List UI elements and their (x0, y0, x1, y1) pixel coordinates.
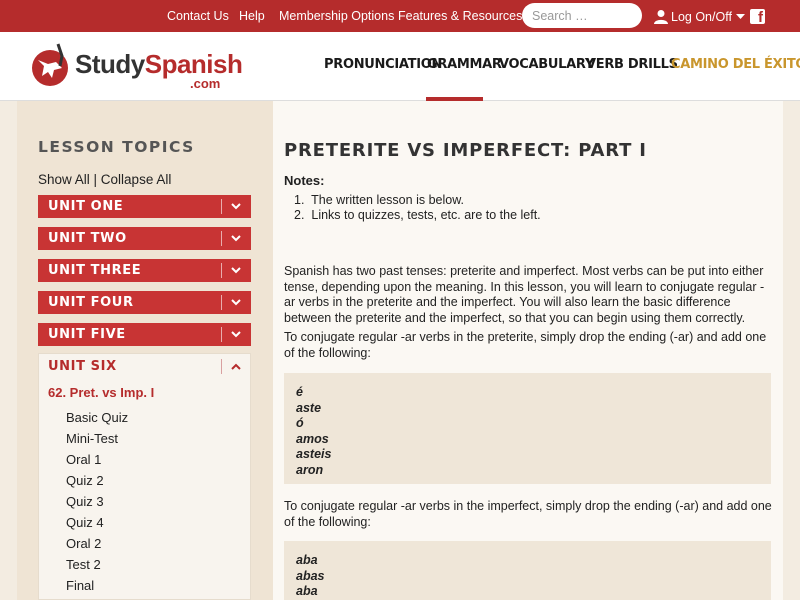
help-link[interactable]: Help (239, 9, 265, 23)
mini-test-link[interactable]: Mini-Test (66, 431, 118, 446)
ending: é (296, 385, 303, 399)
ending: amos (296, 432, 329, 446)
imperfect-endings-box (284, 541, 771, 600)
imperfect-instruction: To conjugate regular -ar verbs in the im… (284, 499, 772, 529)
nav-verb-drills[interactable]: VERB DRILLS (586, 57, 678, 72)
lesson-62-link[interactable]: 62. Pret. vs Imp. I (48, 385, 154, 400)
contact-us-link[interactable]: Contact Us (167, 9, 229, 23)
note-item: 2. Links to quizzes, tests, etc. are to … (294, 208, 541, 222)
membership-options-link[interactable]: Membership Options (279, 9, 394, 23)
ending: asteis (296, 447, 332, 461)
oral-1-link[interactable]: Oral 1 (66, 452, 101, 467)
divider (221, 263, 222, 278)
nav-grammar[interactable]: GRAMMAR (427, 57, 502, 72)
unit-one-toggle[interactable]: UNIT ONE (38, 195, 251, 218)
page-title: PRETERITE VS IMPERFECT: PART I (284, 140, 647, 161)
preterite-endings-box (284, 373, 771, 484)
unit-label: UNIT ONE (48, 199, 124, 214)
login-label: Log On/Off (671, 9, 732, 24)
search-input[interactable] (522, 3, 642, 28)
chevron-down-icon (231, 299, 241, 306)
show-all-link[interactable]: Show All (38, 172, 90, 187)
basic-quiz-link[interactable]: Basic Quiz (66, 410, 128, 425)
features-resources-link[interactable]: Features & Resources (398, 9, 522, 23)
show-collapse-controls: Show All | Collapse All (38, 172, 172, 187)
unit-two-toggle[interactable]: UNIT TWO (38, 227, 251, 250)
ending: abas (296, 569, 325, 583)
notes-heading: Notes: (284, 173, 325, 188)
test-2-link[interactable]: Test 2 (66, 557, 101, 572)
logo-study: Study (75, 49, 145, 79)
facebook-icon[interactable]: f (750, 9, 765, 26)
quiz-4-link[interactable]: Quiz 4 (66, 515, 104, 530)
divider (221, 199, 222, 214)
chevron-down-icon (231, 235, 241, 242)
logo-bull-icon[interactable] (30, 42, 72, 88)
ending: ó (296, 416, 304, 430)
note-text: The written lesson is below. (311, 193, 465, 207)
user-icon (654, 10, 668, 24)
divider (221, 359, 222, 374)
quiz-3-link[interactable]: Quiz 3 (66, 494, 104, 509)
unit-label: UNIT THREE (48, 263, 142, 278)
chevron-up-icon[interactable] (229, 360, 243, 374)
chevron-down-icon (231, 203, 241, 210)
nav-vocabulary[interactable]: VOCABULARY (499, 57, 594, 72)
ending: aste (296, 401, 322, 415)
chevron-down-icon (231, 267, 241, 274)
quiz-2-link[interactable]: Quiz 2 (66, 473, 104, 488)
nav-camino-del-exito[interactable]: CAMINO DEL ÉXITO (671, 57, 800, 72)
logo-com: .com (190, 76, 221, 91)
note-item: 1. The written lesson is below. (294, 193, 465, 207)
unit-label: UNIT TWO (48, 231, 127, 246)
caret-down-icon (735, 13, 745, 19)
login-menu[interactable]: Log On/Off (654, 8, 745, 25)
note-text: Links to quizzes, tests, etc. are to the… (311, 208, 541, 222)
intro-paragraph: Spanish has two past tenses: preterite a… (284, 264, 765, 325)
preterite-instruction: To conjugate regular -ar verbs in the pr… (284, 330, 767, 360)
unit-label: UNIT FOUR (48, 295, 134, 310)
unit-label: UNIT FIVE (48, 327, 126, 342)
site-header: StudySpanish .com PRONUNCIATION GRAMMAR … (0, 32, 800, 101)
logo-spanish: Spanish (144, 49, 243, 79)
unit-five-toggle[interactable]: UNIT FIVE (38, 323, 251, 346)
divider (221, 231, 222, 246)
oral-2-link[interactable]: Oral 2 (66, 536, 101, 551)
unit-three-toggle[interactable]: UNIT THREE (38, 259, 251, 282)
ending: aron (296, 463, 324, 477)
ending: aba (296, 584, 318, 598)
divider (221, 327, 222, 342)
lesson-topics-heading: LESSON TOPICS (38, 138, 195, 156)
unit-four-toggle[interactable]: UNIT FOUR (38, 291, 251, 314)
divider (221, 295, 222, 310)
nav-pronunciation[interactable]: PRONUNCIATION (324, 57, 442, 72)
collapse-all-link[interactable]: Collapse All (101, 172, 172, 187)
unit-six-toggle[interactable]: UNIT SIX (48, 359, 117, 374)
chevron-down-icon (231, 331, 241, 338)
final-link[interactable]: Final (66, 578, 94, 593)
ending: aba (296, 553, 318, 567)
